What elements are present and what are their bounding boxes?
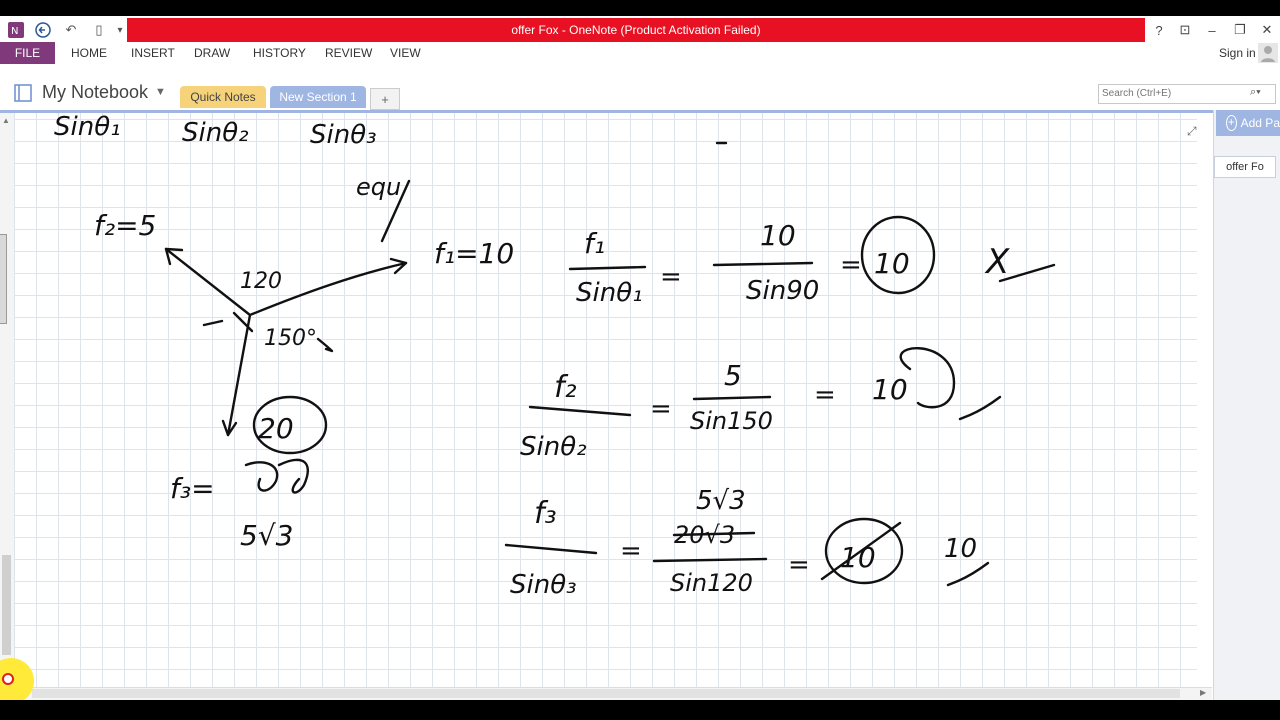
chevron-down-icon[interactable]: ▼: [155, 86, 166, 98]
ink-eq3-fraction-bar: [504, 543, 598, 555]
scroll-up-icon[interactable]: ▲: [2, 116, 10, 125]
ink-eq1-denominator: Sinθ₁: [576, 278, 643, 308]
ink-vector-f3: [226, 313, 252, 437]
ink-eq3-rden: Sin120: [670, 569, 753, 597]
maximize-button[interactable]: ❐: [1227, 20, 1253, 40]
section-tab-quick-notes[interactable]: Quick Notes: [180, 86, 266, 108]
ink-equ: equ: [356, 173, 401, 201]
page-tabs-pane: [1213, 110, 1280, 700]
ink-angle-mark: [202, 311, 254, 333]
ink-eq1-equals-2: =: [840, 250, 862, 280]
ink-eq2-check: [958, 395, 1002, 421]
navigation-collapse-handle[interactable]: [0, 234, 7, 324]
ink-eq2-numerator: f₂: [554, 370, 577, 405]
ink-eq3-equals-2: =: [788, 550, 810, 580]
close-button[interactable]: ✕: [1254, 20, 1280, 40]
notebook-title[interactable]: My Notebook: [42, 82, 148, 103]
ink-top-fragment-2: Sinθ₂: [182, 118, 249, 148]
tab-view[interactable]: VIEW: [390, 42, 421, 64]
ribbon-tabs: [0, 42, 1280, 66]
search-icon[interactable]: ⌕▾: [1250, 86, 1261, 99]
ink-eq3-result-struck: 10: [840, 541, 876, 574]
tab-file[interactable]: FILE: [0, 42, 55, 64]
screen-bottom-bar: [0, 700, 1280, 720]
ink-eq3-rnum: 5√3: [696, 486, 746, 516]
notebook-icon: [12, 84, 34, 102]
ink-scribble: [244, 458, 309, 494]
horizontal-scroll-thumb[interactable]: [32, 689, 1180, 698]
ink-eq3-result: 10: [944, 534, 977, 564]
ink-eq2-equals: =: [650, 394, 672, 424]
vertical-scroll-thumb[interactable]: [2, 555, 11, 655]
tab-draw[interactable]: DRAW: [194, 42, 230, 64]
add-page-button[interactable]: + Add Pa: [1216, 110, 1280, 136]
ink-eq2-circle: [899, 347, 956, 409]
add-section-button[interactable]: +: [370, 88, 400, 110]
ink-eq1-rbar: [712, 261, 814, 267]
onenote-logo-icon: N: [6, 20, 26, 40]
ink-eq1-result: 10: [874, 247, 910, 280]
svg-text:N: N: [11, 26, 18, 37]
section-tab-new-section-1[interactable]: New Section 1: [270, 86, 366, 108]
ink-f1-label: f₁=10: [434, 237, 514, 270]
ink-eq3-numerator: f₃: [534, 496, 557, 531]
ink-eq1-rnum: 10: [760, 219, 796, 252]
ink-eq2-rden: Sin150: [690, 407, 773, 435]
cursor-icon: [2, 673, 14, 685]
plus-circle-icon: +: [1226, 115, 1237, 131]
ink-angle-120: 120: [240, 269, 282, 294]
add-page-label: Add Pa: [1240, 116, 1280, 130]
ink-f3-label: f₃=: [170, 472, 215, 505]
ink-eq1-fraction-bar: [568, 265, 647, 271]
undo-icon[interactable]: ↶: [60, 20, 82, 40]
screen-top-bar: [0, 0, 1280, 16]
ink-eq1-rden: Sin90: [746, 276, 819, 306]
customize-qat-icon[interactable]: ▾: [113, 20, 127, 40]
tab-history[interactable]: HISTORY: [253, 42, 306, 64]
ink-eq2-rnum: 5: [724, 359, 742, 392]
scroll-right-icon[interactable]: ▶: [1200, 688, 1206, 697]
ink-eq3-denominator: Sinθ₃: [510, 570, 577, 600]
back-icon[interactable]: [32, 20, 54, 40]
ink-eq1-numerator: f₁: [584, 227, 605, 260]
tab-insert[interactable]: INSERT: [131, 42, 175, 64]
ink-eq2-denominator: Sinθ₂: [520, 432, 587, 462]
page-tab-offer-fox[interactable]: offer Fo: [1214, 156, 1276, 178]
ink-top-fragment-1: Sinθ₁: [54, 113, 121, 142]
ribbon-display-icon[interactable]: ⊡: [1172, 20, 1198, 40]
ink-angle-tick: [316, 337, 334, 353]
tab-review[interactable]: REVIEW: [325, 42, 372, 64]
ink-top-fragment-3: Sinθ₃: [310, 120, 377, 150]
dock-to-desktop-icon[interactable]: ▯: [88, 20, 110, 40]
tab-home[interactable]: HOME: [71, 42, 107, 64]
ink-eq3-check: [946, 561, 990, 587]
ink-eq3-rbar: [652, 557, 768, 563]
ink-eq2-fraction-bar: [528, 405, 632, 417]
ink-f3-value: 5√3: [240, 519, 293, 552]
ink-f2-label: f₂=5: [94, 209, 156, 242]
ink-drawing: Sinθ₁ Sinθ₂ Sinθ₃ equ f₂=5 f₁=10 120 150…: [54, 113, 1056, 600]
ink-eq2-rbar: [692, 395, 772, 401]
window-title: offer Fox - OneNote (Product Activation …: [127, 18, 1145, 42]
sign-in-link[interactable]: Sign in: [1219, 42, 1256, 64]
ink-angle-150: 150°: [264, 326, 317, 351]
search-input[interactable]: [1099, 85, 1245, 101]
ink-eq2-equals-2: =: [814, 380, 836, 410]
ink-eq1-mark: X: [984, 242, 1010, 282]
help-button[interactable]: ?: [1146, 20, 1172, 40]
minimize-button[interactable]: –: [1199, 20, 1225, 40]
ink-eq3-equals: =: [620, 536, 642, 566]
avatar[interactable]: [1258, 42, 1278, 64]
ink-vector-f2: [164, 247, 252, 317]
ink-eq2-result: 10: [872, 373, 908, 406]
ink-eq1-equals: =: [660, 262, 682, 292]
ink-circled-20: 20: [258, 412, 294, 445]
